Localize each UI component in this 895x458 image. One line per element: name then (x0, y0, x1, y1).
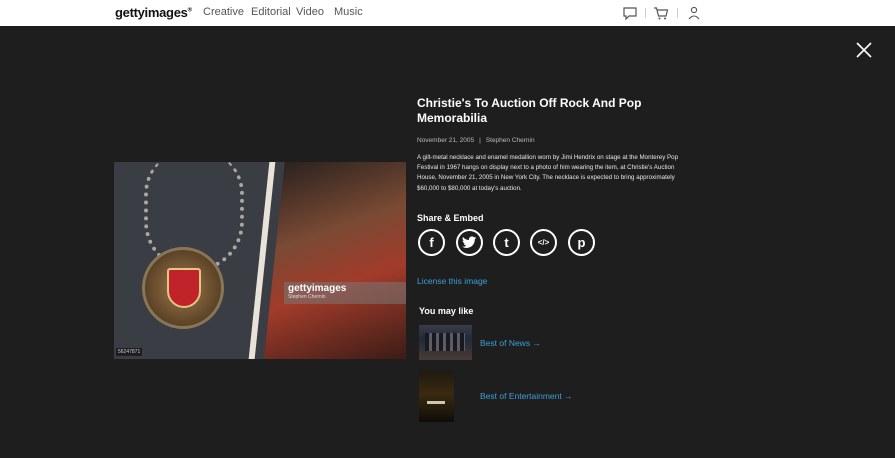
pinterest-share-button[interactable]: p (568, 229, 595, 256)
nav-video[interactable]: Video (296, 6, 324, 18)
hendrix-print (264, 162, 406, 359)
image-caption: A gilt-metal necklace and enamel medalli… (417, 154, 679, 192)
tumblr-share-button[interactable]: t (493, 229, 520, 256)
chat-icon[interactable] (622, 5, 638, 21)
image-id: 56247871 (116, 348, 143, 356)
embed-button[interactable]: </> (530, 229, 557, 256)
share-heading: Share & Embed (417, 213, 484, 223)
twitter-share-button[interactable] (456, 229, 483, 256)
pinterest-icon: p (577, 235, 586, 250)
medallion (142, 247, 224, 329)
cart-icon[interactable] (653, 5, 669, 21)
best-of-entertainment-link[interactable]: Best of Entertainment → (480, 391, 573, 401)
entertainment-thumb-scene (427, 401, 445, 404)
meta-separator: | (479, 137, 481, 144)
image-meta: November 21, 2005 | Stephen Chernin (417, 137, 535, 144)
best-of-news-link[interactable]: Best of News → (480, 338, 541, 348)
license-link[interactable]: License this image (417, 276, 487, 286)
photographer-link[interactable]: Stephen Chernin (486, 137, 535, 144)
toolbar-divider (645, 8, 646, 18)
image-title: Christie's To Auction Off Rock And Pop M… (417, 96, 642, 125)
watermark-credit: Stephen Chernin (288, 294, 326, 300)
best-of-entertainment-thumbnail[interactable] (419, 371, 454, 422)
best-of-news-thumbnail[interactable] (419, 325, 472, 360)
top-navigation-bar: gettyimages® Creative Editorial Video Mu… (0, 0, 895, 26)
watermark-brand: gettyimages (288, 283, 347, 294)
image-date: November 21, 2005 (417, 137, 475, 144)
medallion-shield (167, 268, 201, 308)
user-icon[interactable] (686, 5, 702, 21)
toolbar-divider (677, 8, 678, 18)
tumblr-icon: t (504, 235, 509, 250)
getty-logo[interactable]: gettyimages® (115, 5, 192, 20)
embed-icon: </> (537, 238, 550, 247)
close-icon[interactable] (856, 42, 872, 58)
nav-creative[interactable]: Creative (203, 6, 244, 18)
nav-editorial[interactable]: Editorial (251, 6, 291, 18)
facebook-icon: f (429, 235, 434, 250)
watermark: gettyimages Stephen Chernin (284, 282, 406, 304)
twitter-icon (462, 236, 477, 248)
nav-music[interactable]: Music (334, 6, 363, 18)
news-thumb-scene (425, 333, 465, 351)
you-may-like-heading: You may like (419, 306, 474, 316)
facebook-share-button[interactable]: f (418, 229, 445, 256)
main-photo[interactable]: gettyimages Stephen Chernin 56247871 (114, 162, 406, 359)
